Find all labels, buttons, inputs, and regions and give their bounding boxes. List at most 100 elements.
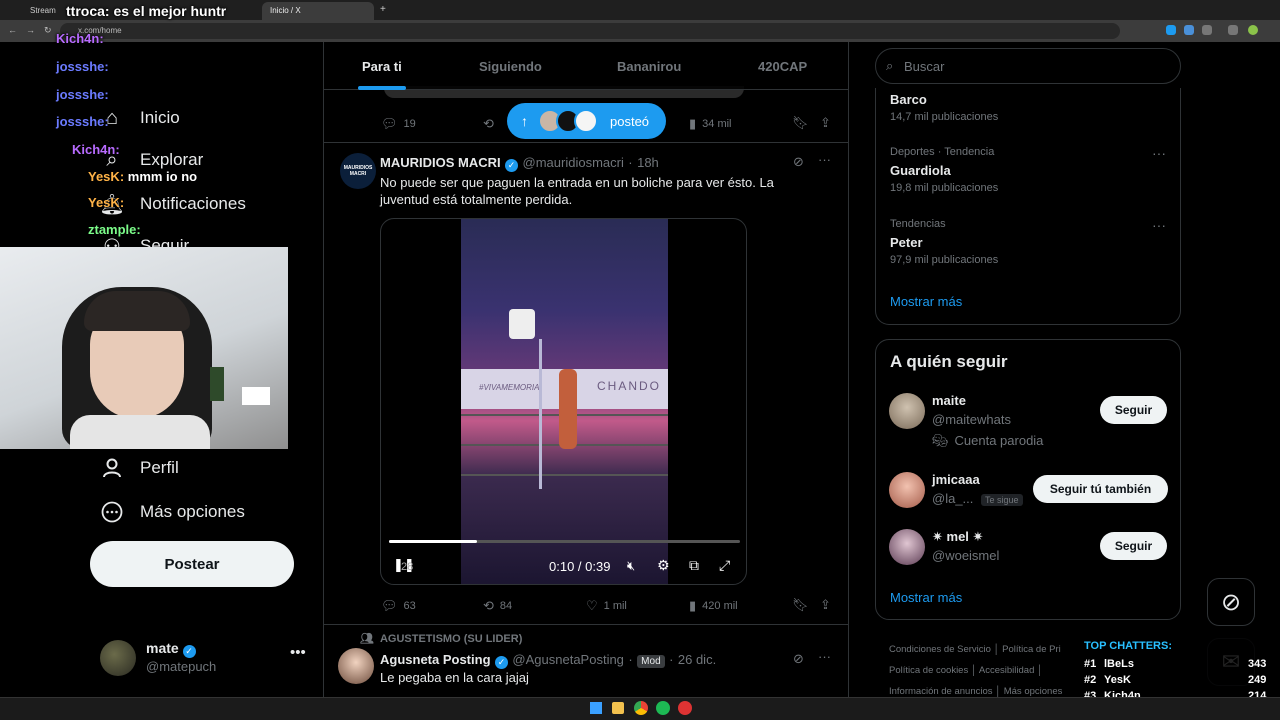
trend-name[interactable]: Barco bbox=[890, 92, 927, 107]
grok-floating-icon[interactable]: ⊘ bbox=[1207, 578, 1255, 626]
browser-tab-x[interactable]: Inicio / X bbox=[262, 2, 374, 20]
more-circle-icon bbox=[100, 500, 124, 524]
url-field[interactable]: x.com/home bbox=[60, 23, 1120, 39]
community-label[interactable]: 👥︎ AGUSTETISMO (SU LIDER) bbox=[360, 632, 522, 645]
extension-icon[interactable] bbox=[1166, 25, 1176, 35]
nav-label: Explorar bbox=[140, 150, 204, 169]
nav-item-more[interactable]: Más opciones bbox=[100, 500, 245, 524]
profile-name-text: mate bbox=[146, 640, 179, 656]
who-to-follow-card: A quién seguir maite @maitewhats 🎭︎ Cuent… bbox=[875, 339, 1181, 620]
views-button[interactable]: ▮ 420 mil bbox=[689, 598, 738, 614]
tab-label: Stream bbox=[30, 6, 56, 15]
reply-button[interactable]: 💬︎ 63 bbox=[381, 598, 416, 614]
grok-icon[interactable]: ⊘ bbox=[793, 154, 804, 170]
follow-back-button[interactable]: Seguir tú también bbox=[1033, 475, 1168, 503]
account-switcher[interactable]: mate ✓ @matepuch ••• bbox=[100, 638, 310, 678]
more-icon[interactable]: ··· bbox=[818, 152, 831, 167]
tab-para-ti[interactable]: Para ti bbox=[362, 59, 402, 74]
author-name[interactable]: Agusneta Posting bbox=[380, 652, 491, 667]
profile-icon[interactable] bbox=[1248, 25, 1258, 35]
footer-link[interactable]: Política de Pri bbox=[1002, 644, 1061, 655]
follow-button[interactable]: Seguir bbox=[1100, 396, 1167, 424]
new-tab-icon[interactable]: + bbox=[380, 4, 386, 15]
share-icon[interactable]: ⇪ bbox=[820, 115, 831, 131]
chrome-icon[interactable] bbox=[634, 701, 648, 715]
reply-icon: 💬︎ bbox=[381, 116, 398, 131]
video-pole bbox=[539, 339, 542, 489]
grok-icon[interactable]: ⊘ bbox=[793, 651, 804, 667]
tweet-header: MAURIDIOS MACRI ✓ @mauridiosmacri · 18h bbox=[380, 155, 659, 172]
post-button-label: Postear bbox=[164, 555, 220, 573]
tab-label: Bananirou bbox=[617, 59, 682, 74]
tab-bananirou[interactable]: Bananirou bbox=[617, 59, 681, 74]
video-player[interactable]: #VIVAMEMORIA CHANDO ❚❚ 28 0:10 / 0:39 🔇︎… bbox=[380, 218, 747, 585]
pip-icon[interactable]: ⧉ bbox=[689, 557, 699, 574]
show-more-link[interactable]: Mostrar más bbox=[890, 294, 962, 309]
nav-item-profile[interactable]: Perfil bbox=[100, 456, 179, 480]
extension-icon[interactable] bbox=[1202, 25, 1212, 35]
more-options-icon[interactable]: ••• bbox=[290, 644, 306, 661]
footer-link[interactable]: Condiciones de Servicio bbox=[889, 644, 991, 655]
tweet-time[interactable]: 18h bbox=[637, 155, 659, 170]
trend-name[interactable]: Guardiola bbox=[890, 163, 951, 178]
post-button[interactable]: Postear bbox=[90, 541, 294, 587]
reply-count: 63 bbox=[403, 600, 416, 612]
windows-start-icon[interactable] bbox=[590, 702, 602, 714]
follow-button[interactable]: Seguir bbox=[1100, 532, 1167, 560]
reload-icon[interactable]: ↻ bbox=[44, 25, 52, 36]
retweet-button[interactable]: ⟲ 84 bbox=[483, 598, 512, 614]
chat-message: ztample: bbox=[88, 222, 141, 237]
tab-siguiendo[interactable]: Siguiendo bbox=[479, 59, 542, 74]
new-posts-pill[interactable]: ↑ posteó bbox=[507, 103, 666, 139]
address-bar: ← → ↻ x.com/home bbox=[0, 20, 1280, 42]
nav-item-home[interactable]: ⌂ Inicio bbox=[100, 106, 180, 130]
footer-link[interactable]: Política de cookies bbox=[889, 665, 968, 676]
timeline-tabs: Para ti Siguiendo Bananirou 420CAP bbox=[324, 42, 848, 90]
spotify-icon[interactable] bbox=[656, 701, 670, 715]
author-handle[interactable]: @mauridiosmacri bbox=[523, 155, 624, 170]
fullscreen-icon[interactable]: ⤢ bbox=[719, 557, 730, 574]
settings-icon[interactable]: ⚙ bbox=[657, 557, 670, 574]
app-icon[interactable] bbox=[678, 701, 692, 715]
webcam-tree bbox=[210, 367, 224, 401]
user-handle: @maitewhats bbox=[932, 412, 1011, 427]
author-handle[interactable]: @AgusnetaPosting bbox=[512, 652, 624, 667]
more-icon[interactable]: ··· bbox=[1152, 217, 1166, 233]
mute-icon[interactable]: 🔇︎ bbox=[627, 558, 635, 574]
tab-420cap[interactable]: 420CAP bbox=[758, 59, 807, 74]
user-name[interactable]: maite bbox=[932, 393, 966, 408]
back-icon[interactable]: ← bbox=[8, 25, 17, 35]
views-button[interactable]: ▮ 34 mil bbox=[689, 116, 732, 132]
bookmark-icon[interactable]: 🔖︎ bbox=[792, 115, 809, 131]
avatar bbox=[889, 472, 925, 508]
footer-link[interactable]: Más opciones bbox=[1004, 686, 1063, 697]
tweet-time[interactable]: 26 dic. bbox=[678, 652, 716, 667]
user-name[interactable]: jmicaaa bbox=[932, 472, 980, 487]
tab-active-indicator bbox=[358, 86, 406, 90]
author-name[interactable]: MAURIDIOS MACRI bbox=[380, 155, 501, 170]
views-icon: ▮ bbox=[689, 598, 697, 613]
search-input[interactable]: ⌕ Buscar bbox=[875, 48, 1181, 84]
browser-tab-stream[interactable]: Stream bbox=[22, 2, 56, 20]
footer-link[interactable]: Información de anuncios bbox=[889, 686, 993, 697]
trend-name[interactable]: Peter bbox=[890, 235, 923, 250]
more-icon[interactable]: ··· bbox=[1152, 145, 1166, 161]
file-explorer-icon[interactable] bbox=[612, 702, 624, 714]
extension-icon[interactable] bbox=[1184, 25, 1194, 35]
footer-link[interactable]: Accesibilidad bbox=[979, 665, 1034, 676]
card-title: A quién seguir bbox=[890, 352, 1008, 371]
chat-message: jossshe: bbox=[56, 59, 109, 74]
forward-icon[interactable]: → bbox=[26, 25, 35, 35]
right-sidebar: ⌕ Buscar Barco 14,7 mil publicaciones De… bbox=[849, 42, 1280, 697]
extension-icon[interactable] bbox=[1228, 25, 1238, 35]
timeline: 💬︎ 19 ⟲ ▮ 34 mil 🔖︎ ⇪ Para ti Siguiendo Ba… bbox=[324, 42, 848, 697]
chatter-count: 343 bbox=[1248, 658, 1267, 670]
bookmark-icon[interactable]: 🔖︎ bbox=[792, 597, 809, 613]
like-button[interactable]: ♡ 1 mil bbox=[586, 598, 627, 614]
share-icon[interactable]: ⇪ bbox=[820, 597, 831, 613]
retweet-button[interactable]: ⟲ bbox=[483, 116, 494, 132]
reply-button[interactable]: 💬︎ 19 bbox=[381, 116, 416, 132]
show-more-link[interactable]: Mostrar más bbox=[890, 590, 962, 605]
more-icon[interactable]: ··· bbox=[818, 649, 831, 664]
user-name[interactable]: ✷ mel ✷ bbox=[932, 529, 983, 545]
